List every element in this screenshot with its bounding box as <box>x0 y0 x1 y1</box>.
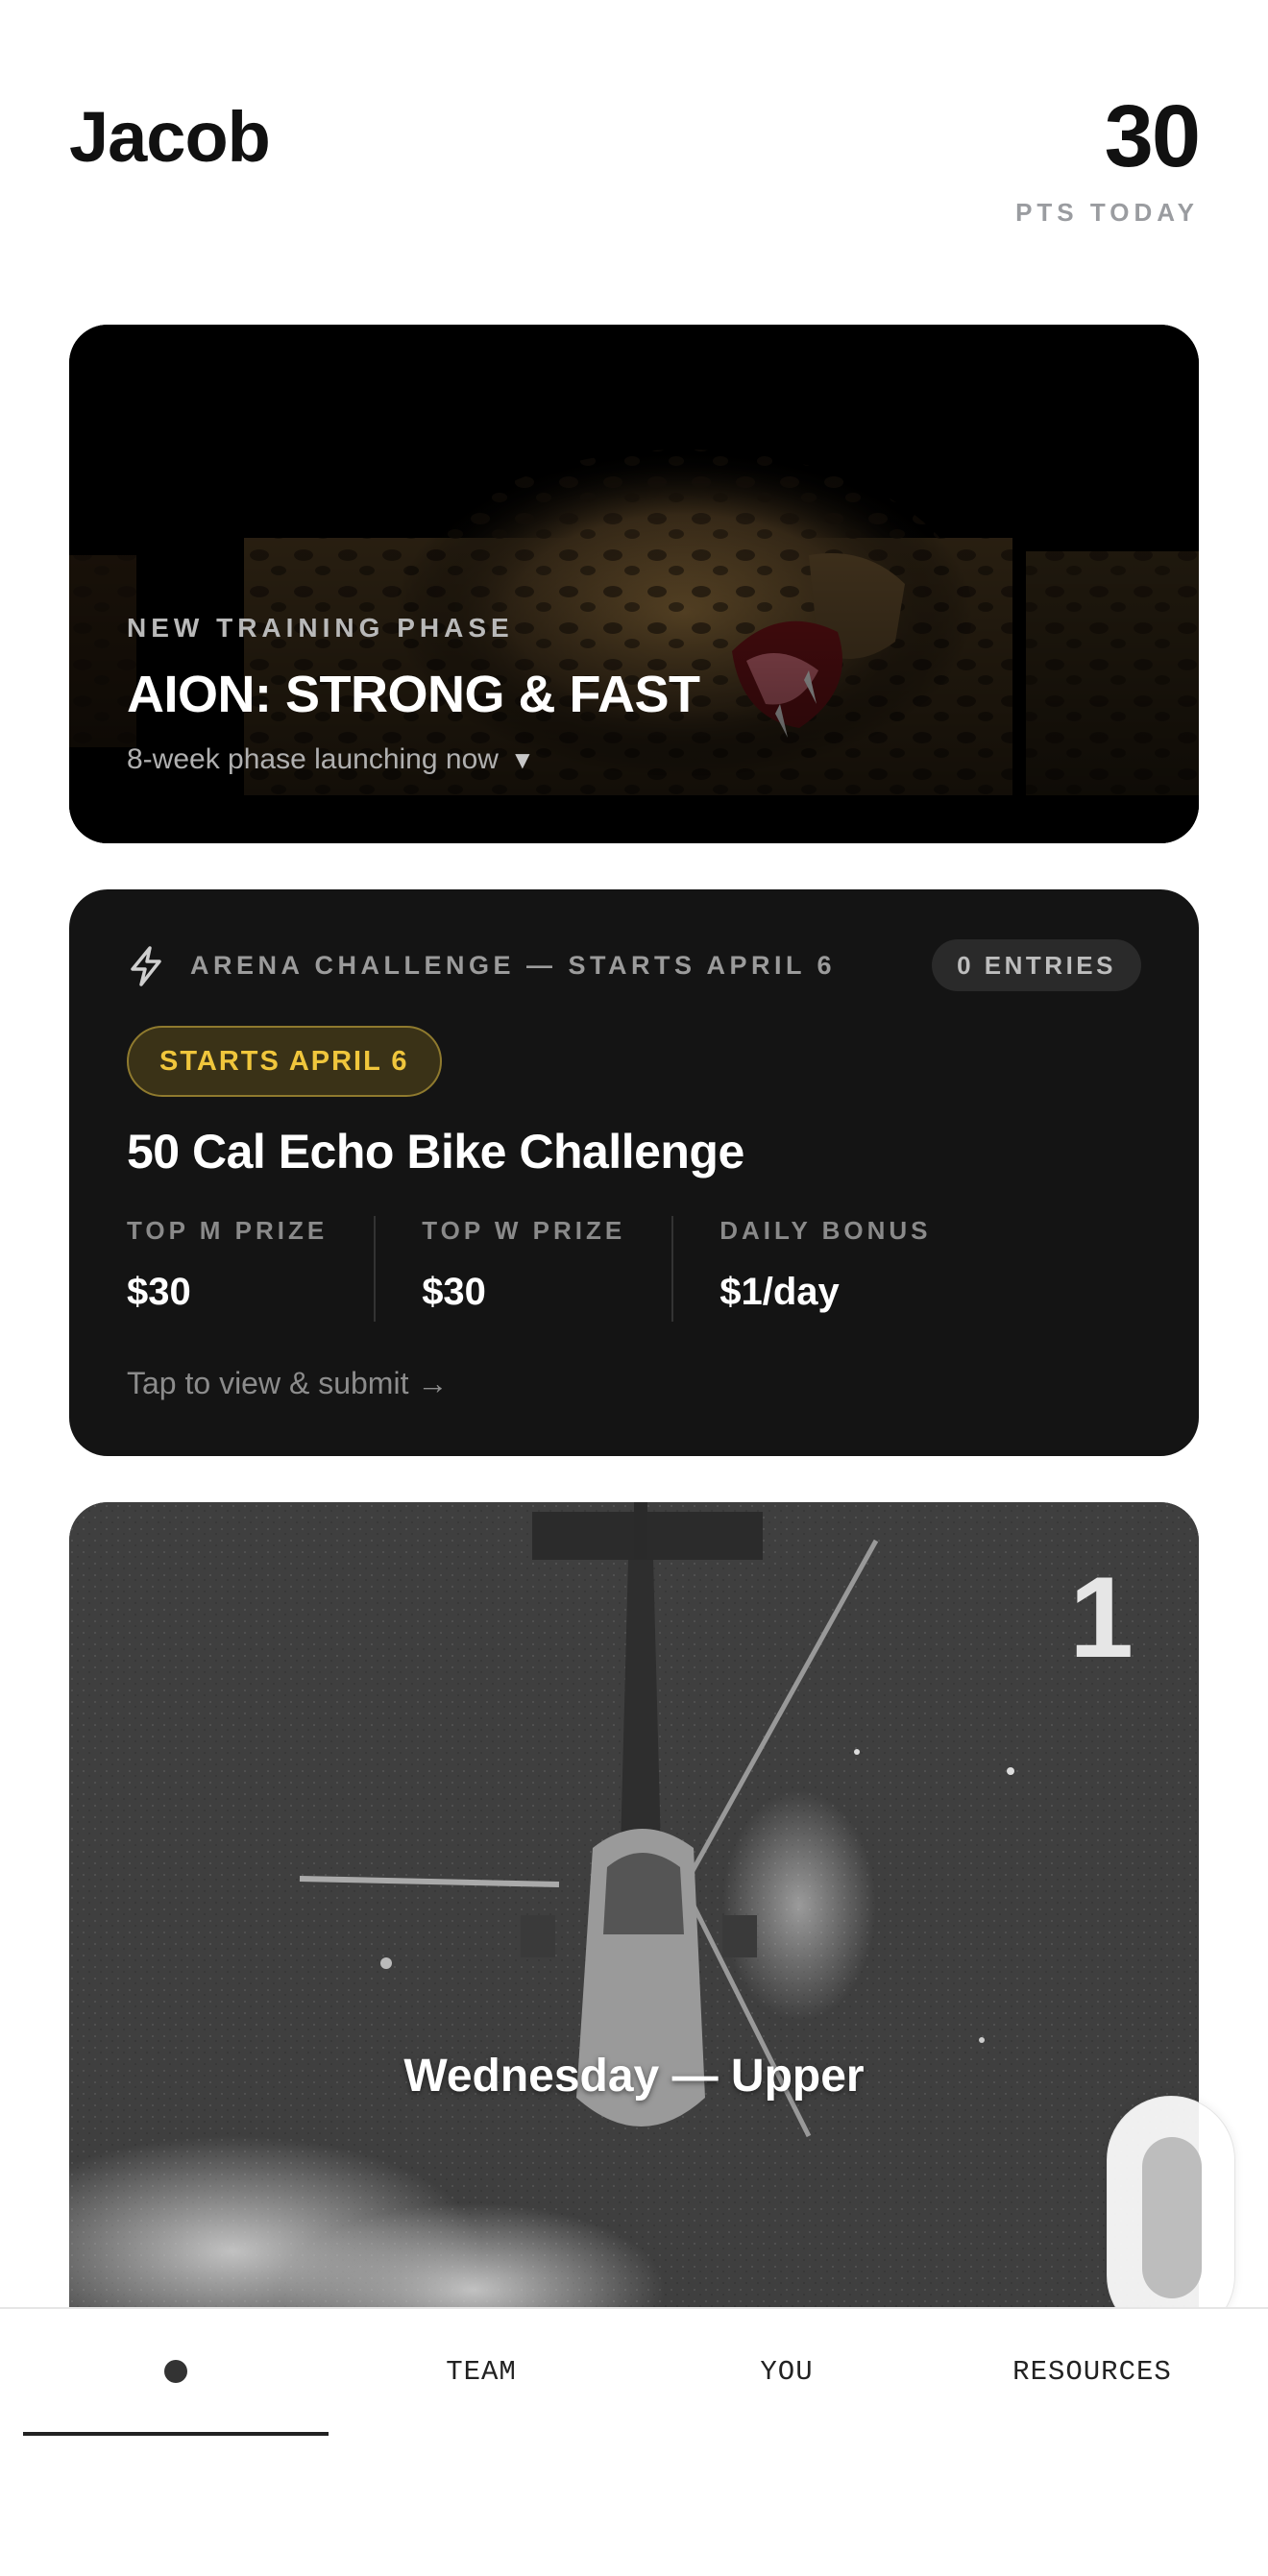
prize-value: $30 <box>422 1271 486 1313</box>
prize-item: TOP M PRIZE $30 <box>127 1216 374 1322</box>
workout-title: Wednesday — Upper <box>403 2051 865 2102</box>
prize-value: $30 <box>127 1271 191 1313</box>
prize-label: DAILY BONUS <box>719 1216 932 1245</box>
caret-down-icon: ▼ <box>509 744 535 774</box>
nav-item-home[interactable] <box>23 2309 329 2434</box>
arena-challenge-card[interactable]: ARENA CHALLENGE — STARTS APRIL 6 0 ENTRI… <box>69 889 1199 1456</box>
phase-text-block: NEW TRAINING PHASE AION: STRONG & FAST 8… <box>127 613 700 776</box>
workout-card[interactable]: 1 Wednesday — Upper <box>69 1502 1199 2309</box>
challenge-header-row: ARENA CHALLENGE — STARTS APRIL 6 0 ENTRI… <box>127 939 1141 993</box>
workout-day-number: 1 <box>1069 1553 1134 1682</box>
entries-badge: 0 ENTRIES <box>932 939 1141 991</box>
status-badge: STARTS APRIL 6 <box>127 1026 442 1097</box>
bottom-nav: TEAM YOU RESOURCES <box>0 2307 1268 2576</box>
header: Jacob 30 PTS TODAY <box>69 92 1201 240</box>
phase-subtitle: 8-week phase launching now <box>127 743 499 775</box>
view-submit-link[interactable]: Tap to view & submit → <box>127 1366 448 1401</box>
helicopter-background-image <box>69 1502 1199 2309</box>
phase-subtitle-row: 8-week phase launching now ▼ <box>127 743 700 776</box>
challenge-title: 50 Cal Echo Bike Challenge <box>127 1125 744 1179</box>
phase-eyebrow: NEW TRAINING PHASE <box>127 613 514 643</box>
prize-value: $1/day <box>719 1271 840 1313</box>
points-today-label: PTS TODAY <box>1015 198 1199 227</box>
prize-label: TOP W PRIZE <box>422 1216 626 1245</box>
prize-label: TOP M PRIZE <box>127 1216 329 1245</box>
lightning-bolt-icon <box>131 946 161 986</box>
points-today-value: 30 <box>1104 87 1201 185</box>
nav-item-you[interactable]: YOU <box>634 2309 939 2434</box>
scroll-track[interactable] <box>1107 2096 1235 2340</box>
nav-item-team[interactable]: TEAM <box>329 2309 634 2434</box>
home-dot-icon <box>164 2360 187 2383</box>
user-name: Jacob <box>69 97 271 177</box>
prize-item: TOP W PRIZE $30 <box>374 1216 671 1322</box>
active-tab-indicator <box>23 2432 329 2436</box>
prize-item: DAILY BONUS $1/day <box>671 1216 977 1322</box>
phase-title: AION: STRONG & FAST <box>127 666 700 723</box>
challenge-label: ARENA CHALLENGE — STARTS APRIL 6 <box>190 951 837 980</box>
prize-list: TOP M PRIZE $30 TOP W PRIZE $30 DAILY BO… <box>127 1216 978 1322</box>
nav-item-resources[interactable]: RESOURCES <box>939 2309 1245 2434</box>
scroll-thumb[interactable] <box>1142 2137 1202 2298</box>
training-phase-card[interactable]: NEW TRAINING PHASE AION: STRONG & FAST 8… <box>69 325 1199 843</box>
